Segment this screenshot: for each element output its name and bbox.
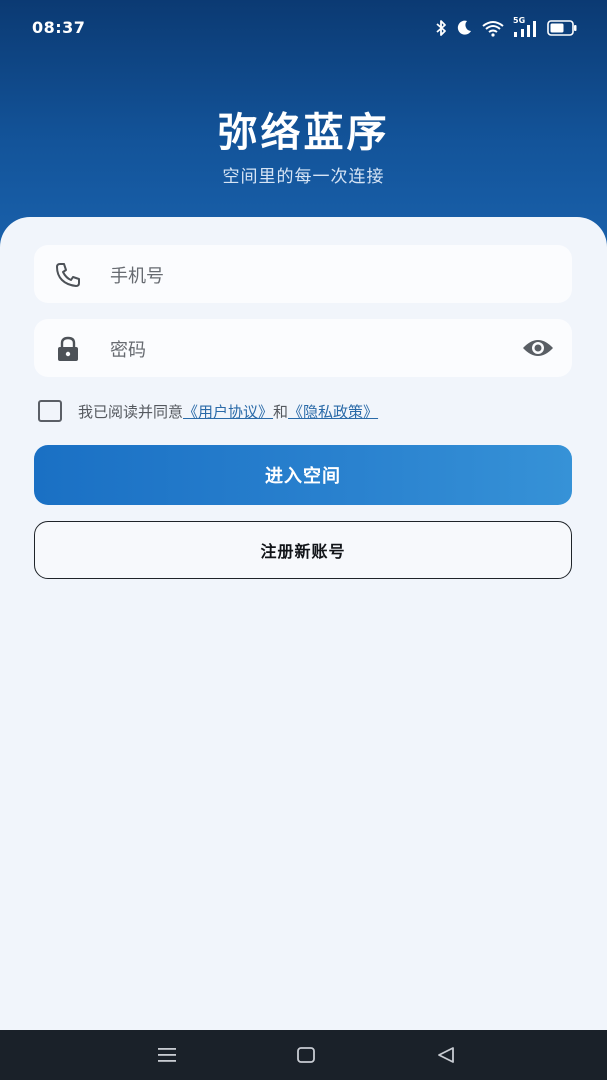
password-placeholder: 密码	[110, 340, 146, 361]
password-input[interactable]: 密码	[34, 319, 572, 377]
privacy-policy-link[interactable]: 《隐私政策》	[288, 403, 378, 421]
home-icon[interactable]	[294, 1044, 318, 1066]
agreement-conjunction: 和	[273, 402, 289, 421]
agreement-text: 我已阅读并同意《用户协议》和《隐私政策》	[78, 401, 378, 422]
agreement-row: 我已阅读并同意《用户协议》和《隐私政策》	[38, 398, 378, 424]
back-icon[interactable]	[434, 1044, 458, 1066]
agreement-prefix: 我已阅读并同意	[78, 402, 184, 421]
app-subtitle: 空间里的每一次连接	[222, 167, 385, 187]
navigation-bar	[0, 1030, 607, 1080]
bluetooth-icon	[435, 19, 447, 37]
battery-icon	[547, 20, 577, 36]
moon-icon	[455, 19, 473, 37]
register-button[interactable]: 注册新账号	[34, 521, 572, 579]
cellular-5g-icon: 5G	[513, 16, 539, 38]
app-title: 弥络蓝序	[217, 110, 390, 156]
menu-icon[interactable]	[155, 1044, 179, 1066]
wifi-icon	[481, 19, 505, 37]
lock-icon	[54, 335, 82, 363]
agreement-checkbox[interactable]	[38, 400, 62, 422]
phone-icon	[54, 261, 82, 289]
phone-input[interactable]: 手机号	[34, 245, 572, 303]
phone-placeholder: 手机号	[110, 266, 164, 287]
user-agreement-link[interactable]: 《用户协议》	[183, 403, 273, 421]
login-button[interactable]: 进入空间	[34, 445, 572, 505]
status-icons: 5G	[435, 16, 577, 39]
status-bar: 08:37 5G	[0, 0, 607, 58]
status-time: 08:37	[32, 18, 86, 37]
eye-icon[interactable]	[522, 336, 554, 360]
